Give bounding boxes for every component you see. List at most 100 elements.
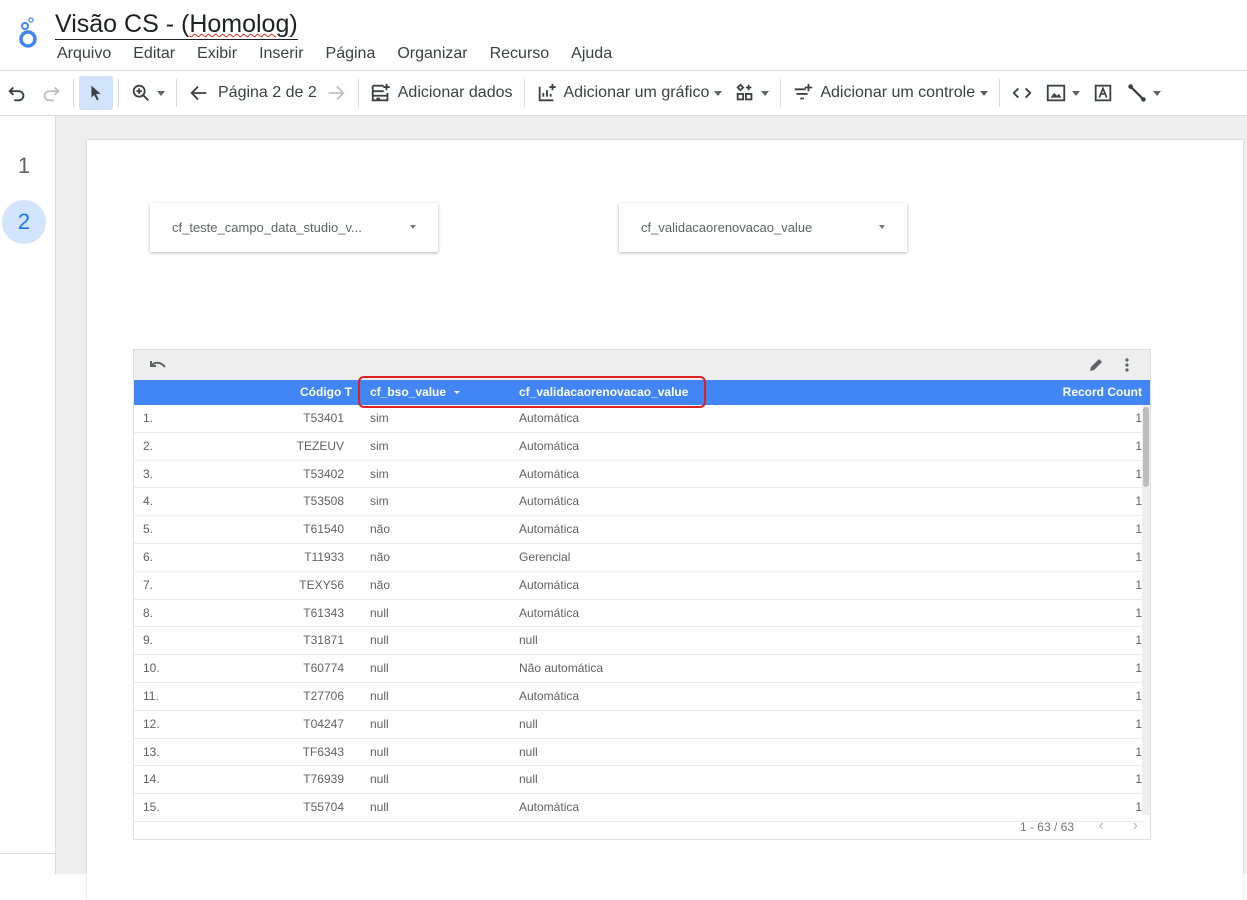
page-thumb-2[interactable]: 2 [2, 200, 46, 244]
looker-studio-logo-icon [19, 17, 37, 48]
edit-pencil-icon[interactable] [1088, 357, 1104, 373]
table-row[interactable]: 4. T53508 sim Automática 1 [134, 488, 1142, 517]
divider [999, 79, 1001, 107]
add-data-button[interactable]: Adicionar dados [364, 76, 519, 110]
row-index: 1. [143, 411, 154, 425]
prev-page-chevron-icon[interactable]: ‹ [1099, 817, 1104, 835]
title-text: Visão CS - ( [55, 10, 190, 38]
divider [0, 853, 56, 854]
row-index: 11. [143, 688, 159, 703]
title-text-end: ) [289, 10, 298, 38]
row-index: 4. [143, 494, 154, 509]
image-icon [1046, 84, 1066, 102]
add-component-button[interactable] [728, 76, 775, 110]
cell-codigo: T31871 [303, 633, 344, 648]
undo-icon [8, 86, 25, 102]
page-thumb-1[interactable]: 1 [2, 144, 46, 188]
menu-recurso[interactable]: Recurso [490, 45, 550, 63]
table-row[interactable]: 14. T76939 null null 1 [134, 766, 1142, 795]
add-chart-icon [538, 83, 556, 102]
menu-arquivo[interactable]: Arquivo [57, 45, 111, 63]
cell-bso: null [370, 716, 389, 731]
table-scrollbar[interactable] [1142, 405, 1150, 815]
add-chart-button[interactable]: Adicionar um gráfico [530, 76, 729, 110]
data-table[interactable]: Código T cf_bso_value cf_validacaorenova… [133, 349, 1151, 840]
cell-record-count: 1 [1135, 661, 1142, 676]
table-row[interactable]: 12. T04247 null null 1 [134, 711, 1142, 739]
menu-editar[interactable]: Editar [133, 45, 175, 63]
embed-url-button[interactable] [1005, 76, 1039, 110]
chevron-down-icon [1153, 90, 1162, 96]
next-page-button[interactable] [319, 76, 353, 110]
cell-validacaorenovacao: null [519, 744, 538, 759]
select-tool-button[interactable] [79, 76, 113, 110]
reset-undo-icon[interactable] [149, 358, 167, 372]
cell-validacaorenovacao: Automática [519, 466, 580, 481]
undo-button[interactable] [0, 76, 34, 110]
more-vert-icon[interactable] [1124, 357, 1130, 373]
row-index: 2. [143, 438, 154, 453]
menu-inserir[interactable]: Inserir [259, 45, 303, 63]
chevron-down-icon [714, 90, 723, 96]
cell-bso: sim [370, 494, 389, 509]
cell-record-count: 1 [1135, 772, 1142, 787]
table-row[interactable]: 8. T61343 null Automática 1 [134, 600, 1142, 628]
arrow-right-icon [328, 85, 345, 101]
table-row[interactable]: 9. T31871 null null 1 [134, 627, 1142, 656]
filter-control-teste-campo[interactable]: cf_teste_campo_data_studio_v... [150, 203, 438, 252]
previous-page-button[interactable] [182, 76, 216, 110]
menu-ajuda[interactable]: Ajuda [571, 45, 612, 63]
cell-validacaorenovacao: Automática [519, 577, 580, 592]
table-body: 1. T53401 sim Automática 1 2. TEZEUV sim Automát… [134, 405, 1142, 822]
cell-codigo: T04247 [303, 716, 344, 731]
cell-bso: null [370, 744, 389, 759]
arrow-left-icon [190, 85, 207, 101]
cell-validacaorenovacao: Automática [519, 605, 580, 620]
table-pagination: 1 - 63 / 63 ‹ › [134, 813, 1150, 839]
table-row[interactable]: 7. TEXY56 não Automática 1 [134, 572, 1142, 600]
cell-codigo: T53402 [303, 466, 344, 481]
chevron-down-icon [1072, 90, 1081, 96]
code-icon [1012, 87, 1032, 99]
column-header-record-count[interactable]: Record Count [1063, 380, 1142, 405]
chevron-down-icon [157, 90, 165, 96]
add-control-button[interactable]: Adicionar um controle [786, 76, 994, 110]
table-row[interactable]: 1. T53401 sim Automática 1 [134, 405, 1142, 433]
cell-record-count: 1 [1135, 605, 1142, 620]
report-title[interactable]: Visão CS - (Homolog) [55, 10, 298, 40]
cell-bso: null [370, 633, 389, 648]
menu-organizar[interactable]: Organizar [397, 45, 467, 63]
image-button[interactable] [1039, 76, 1086, 110]
text-box-button[interactable] [1086, 76, 1120, 110]
cell-bso: sim [370, 466, 389, 481]
cell-record-count: 1 [1135, 466, 1142, 481]
row-index: 5. [143, 522, 154, 537]
table-row[interactable]: 5. T61540 não Automática 1 [134, 516, 1142, 544]
zoom-button[interactable] [124, 76, 171, 110]
table-row[interactable]: 3. T53402 sim Automática 1 [134, 461, 1142, 489]
menu-pagina[interactable]: Página [326, 45, 376, 63]
line-button[interactable] [1120, 76, 1167, 110]
table-row[interactable]: 6. T11933 não Gerencial 1 [134, 544, 1142, 572]
table-row[interactable]: 13. TF6343 null null 1 [134, 739, 1142, 767]
add-chart-label: Adicionar um gráfico [563, 84, 710, 101]
cell-bso: sim [370, 411, 389, 425]
cell-codigo: T61540 [303, 522, 344, 537]
dropdown-arrow-icon [410, 225, 416, 229]
filter-label: cf_validacaorenovacao_value [641, 220, 813, 235]
cell-validacaorenovacao: Gerencial [519, 549, 571, 564]
cursor-icon [91, 85, 101, 101]
title-bar: Visão CS - (Homolog) Arquivo Editar Exib… [0, 0, 1247, 70]
scrollbar-thumb[interactable] [1143, 407, 1149, 487]
table-row[interactable]: 10. T60774 null Não automática 1 [134, 655, 1142, 683]
next-page-chevron-icon[interactable]: › [1133, 817, 1138, 835]
filter-control-validacaorenovacao[interactable]: cf_validacaorenovacao_value [619, 203, 907, 252]
row-index: 13. [143, 744, 160, 759]
column-header-codigo[interactable]: Código T [300, 380, 352, 405]
table-row[interactable]: 2. TEZEUV sim Automática 1 [134, 433, 1142, 461]
table-row[interactable]: 11. T27706 null Automática 1 [134, 683, 1142, 711]
redo-button[interactable] [34, 76, 68, 110]
pagination-range: 1 - 63 / 63 [1019, 820, 1074, 834]
menu-exibir[interactable]: Exibir [197, 45, 237, 63]
cell-bso: null [370, 661, 389, 676]
